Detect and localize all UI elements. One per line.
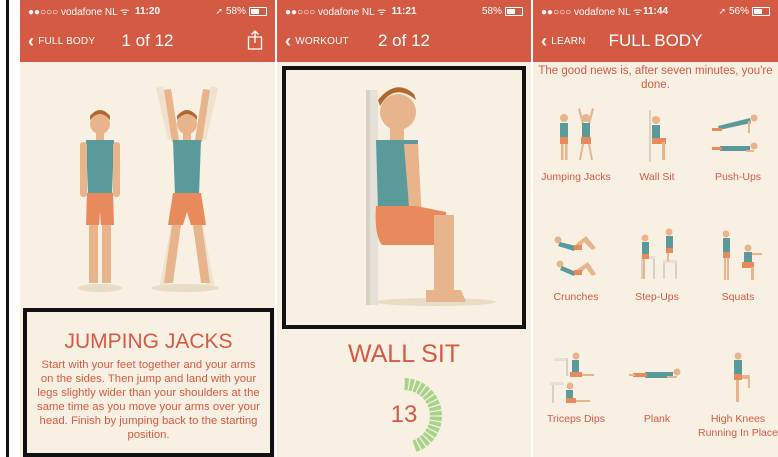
clock: 11:20 <box>134 5 161 17</box>
exercise-crunches[interactable]: Crunches <box>536 226 616 304</box>
exercise-image-frame <box>282 66 526 329</box>
exercise-label: Squats <box>721 291 755 303</box>
exercise-high-knees[interactable]: High Knees Running In Place <box>698 348 778 440</box>
exercise-label: Plank <box>643 413 671 425</box>
plank-thumbnail <box>629 368 681 378</box>
crunches-thumbnail <box>554 236 596 276</box>
back-label: LEARN <box>551 35 586 47</box>
battery-icon <box>505 6 523 16</box>
exercise-info-card: JUMPING JACKS Start with your feet toget… <box>23 308 274 457</box>
countdown-segment <box>429 410 442 416</box>
triceps-dips-thumbnail <box>550 352 594 403</box>
exercise-jumping-jacks[interactable]: Jumping Jacks <box>536 106 616 184</box>
divider <box>275 0 277 457</box>
back-button[interactable]: ‹ FULL BODY <box>20 31 96 51</box>
countdown-segment <box>429 416 442 422</box>
back-label: WORKOUT <box>295 35 349 47</box>
wall-sit-thumbnail <box>649 110 666 162</box>
screen-full-body: ●●○○○ vodafone NL ᯤ 11:44 ➚ 56% ‹ LEARN … <box>533 0 778 457</box>
screen-wall-sit: ●●○○○ vodafone NL ᯤ 11:21 58% ‹ WORKOUT … <box>277 0 531 457</box>
exercise-label: Jumping Jacks <box>541 171 611 183</box>
nav-header: ●●○○○ vodafone NL ᯤ 11:21 58% ‹ WORKOUT … <box>277 0 531 62</box>
exercise-push-ups[interactable]: Push-Ups <box>698 106 778 184</box>
battery-icon <box>249 6 267 16</box>
battery-icon <box>752 6 770 16</box>
wall-sit-illustration <box>366 87 496 306</box>
exercise-triceps-dips[interactable]: Triceps Dips <box>536 348 616 426</box>
back-label: FULL BODY <box>38 35 96 47</box>
exercise-title: JUMPING JACKS <box>64 330 233 353</box>
exercise-label: Triceps Dips <box>547 413 605 425</box>
jumping-jacks-thumbnail <box>560 108 594 160</box>
chevron-left-icon: ‹ <box>285 31 292 51</box>
squats-thumbnail <box>722 230 762 280</box>
intro-text: The good news is, after seven minutes, y… <box>538 65 773 91</box>
share-icon[interactable] <box>247 30 263 50</box>
exercise-label: High Knees Running In Place <box>698 413 778 439</box>
nav-header: ●●○○○ vodafone NL ᯤ 11:20 ➚ 58% ‹ FULL B… <box>20 0 275 62</box>
exercise-label: Wall Sit <box>639 171 675 183</box>
chevron-left-icon: ‹ <box>28 31 35 51</box>
exercise-label: Step-Ups <box>635 291 679 303</box>
clock: 11:21 <box>391 5 417 17</box>
screen-jumping-jacks: ●●○○○ vodafone NL ᯤ 11:20 ➚ 58% ‹ FULL B… <box>20 0 275 457</box>
left-border <box>0 0 20 457</box>
exercise-squats[interactable]: Squats <box>698 226 778 304</box>
high-knees-thumbnail <box>734 352 750 402</box>
countdown-value: 13 <box>390 401 418 428</box>
exercise-description: Start with your feet together and your a… <box>37 359 260 441</box>
divider <box>531 0 533 457</box>
exercise-wall-sit[interactable]: Wall Sit <box>617 106 697 184</box>
step-ups-thumbnail <box>641 228 677 279</box>
back-button[interactable]: ‹ WORKOUT <box>277 31 349 51</box>
jumping-jacks-illustration <box>78 86 219 292</box>
push-ups-thumbnail <box>712 114 758 152</box>
exercise-title: WALL SIT <box>347 340 461 368</box>
countdown-segment <box>404 378 410 391</box>
status-bar: ●●○○○ vodafone NL ᯤ 11:44 ➚ 56% <box>533 4 778 18</box>
back-button[interactable]: ‹ LEARN <box>533 31 586 51</box>
clock: 11:44 <box>642 5 669 17</box>
exercise-plank[interactable]: Plank <box>617 348 697 426</box>
exercise-label: Push-Ups <box>714 171 762 183</box>
chevron-left-icon: ‹ <box>541 31 548 51</box>
exercise-step-ups[interactable]: Step-Ups <box>617 226 697 304</box>
exercise-label: Crunches <box>553 291 599 303</box>
status-bar: ●●○○○ vodafone NL ᯤ 11:20 ➚ 58% <box>20 4 275 18</box>
status-bar: ●●○○○ vodafone NL ᯤ 11:21 58% <box>277 4 531 18</box>
nav-header: ●●○○○ vodafone NL ᯤ 11:44 ➚ 56% ‹ LEARN … <box>533 0 778 62</box>
